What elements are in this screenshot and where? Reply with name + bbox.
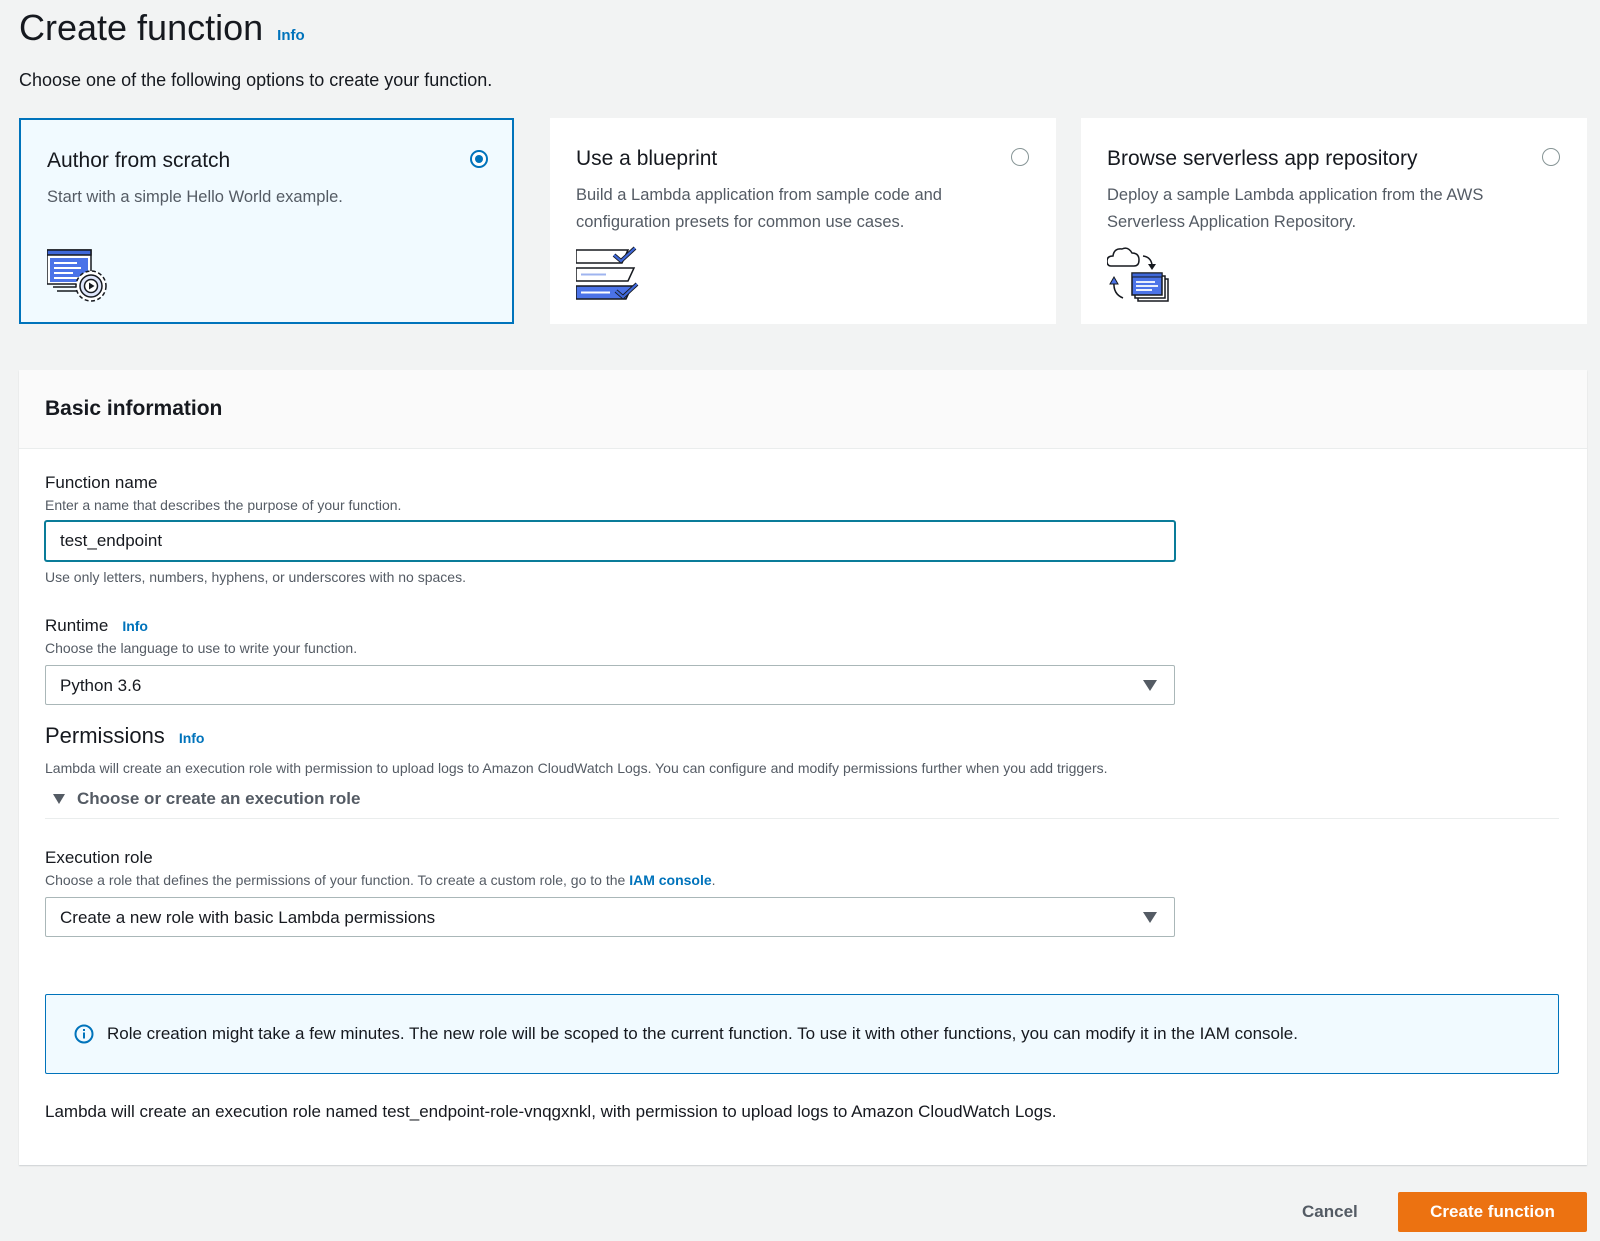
function-name-label: Function name [45, 472, 157, 494]
role-creation-info-alert: Role creation might take a few minutes. … [45, 994, 1559, 1074]
execution-role-note: Lambda will create an execution role nam… [45, 1102, 1057, 1121]
divider [45, 818, 1559, 819]
permissions-title: Permissions [45, 723, 165, 748]
option-title: Author from scratch [47, 149, 231, 172]
expander-label: Choose or create an execution role [77, 789, 361, 808]
caret-down-icon [1143, 912, 1157, 923]
runtime-label-text: Runtime [45, 616, 109, 635]
execution-role-description-suffix: . [711, 872, 716, 888]
alert-text: Role creation might take a few minutes. … [107, 1024, 1298, 1043]
info-circle-icon [74, 1024, 94, 1049]
option-title: Use a blueprint [576, 147, 718, 170]
option-description: Start with a simple Hello World example. [47, 188, 343, 206]
page-subtitle: Choose one of the following options to c… [19, 70, 493, 90]
code-gear-icon [46, 248, 111, 311]
runtime-description: Choose the language to use to write your… [45, 640, 358, 656]
function-name-input[interactable] [45, 521, 1175, 561]
option-radio[interactable] [1542, 148, 1560, 166]
execution-role-expander[interactable]: Choose or create an execution role [53, 788, 360, 810]
function-name-constraint: Use only letters, numbers, hyphens, or u… [45, 569, 466, 585]
option-title: Browse serverless app repository [1107, 147, 1418, 170]
execution-role-label: Execution role [45, 847, 153, 869]
function-name-label-text: Function name [45, 473, 158, 492]
cancel-button[interactable]: Cancel [1288, 1192, 1372, 1232]
page-info-link[interactable]: Info [277, 27, 305, 44]
execution-role-select[interactable]: Create a new role with basic Lambda perm… [45, 897, 1175, 937]
option-author-from-scratch[interactable]: Author from scratch Start with a simple … [19, 118, 514, 324]
execution-role-description-text: Choose a role that defines the permissio… [45, 872, 630, 888]
option-use-a-blueprint[interactable]: Use a blueprint Build a Lambda applicati… [550, 118, 1056, 324]
permissions-info-link[interactable]: Info [179, 724, 205, 752]
option-description: Deploy a sample Lambda application from … [1107, 186, 1484, 231]
permissions-heading: Permissions Info [45, 722, 204, 752]
runtime-info-link[interactable]: Info [122, 615, 148, 637]
caret-down-icon [1143, 680, 1157, 691]
basic-information-panel: Basic information Function name Enter a … [19, 370, 1587, 1165]
cloud-repository-icon [1106, 246, 1171, 309]
runtime-select[interactable]: Python 3.6 [45, 665, 1175, 705]
iam-console-link[interactable]: IAM console [629, 872, 711, 888]
caret-down-icon [53, 794, 65, 804]
page-header: Create function Info [19, 4, 305, 52]
option-radio-selected[interactable] [470, 150, 488, 168]
execution-role-label-text: Execution role [45, 848, 153, 867]
panel-header: Basic information [19, 370, 1587, 449]
execution-role-select-value: Create a new role with basic Lambda perm… [60, 908, 436, 927]
runtime-label: Runtime Info [45, 615, 148, 637]
option-radio[interactable] [1011, 148, 1029, 166]
function-name-description: Enter a name that describes the purpose … [45, 497, 402, 513]
create-function-button[interactable]: Create function [1398, 1192, 1587, 1232]
panel-title: Basic information [45, 397, 223, 420]
execution-role-description: Choose a role that defines the permissio… [45, 871, 716, 889]
page-title: Create function [19, 7, 264, 48]
blueprint-checklist-icon [575, 246, 640, 309]
option-browse-serverless-app-repository[interactable]: Browse serverless app repository Deploy … [1081, 118, 1587, 324]
option-description: Build a Lambda application from sample c… [576, 186, 942, 231]
runtime-select-value: Python 3.6 [60, 676, 142, 695]
permissions-description: Lambda will create an execution role wit… [45, 760, 1108, 776]
